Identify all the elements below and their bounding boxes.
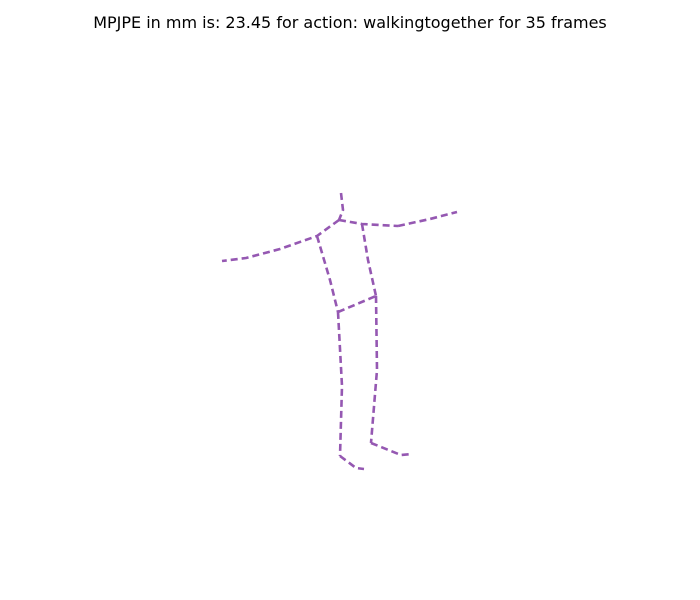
pose-figure: MPJPE in mm is: 23.45 for action: walkin… (0, 0, 700, 600)
bone-right-shoulder (338, 218, 399, 228)
skeleton-plot (221, 192, 458, 471)
bone-right-foot (370, 441, 413, 457)
bone-right-torso (360, 223, 378, 297)
bone-right-arm (397, 210, 458, 228)
bone-hip (337, 294, 377, 314)
bone-right-leg (369, 295, 379, 444)
bone-head (337, 192, 345, 221)
skeleton-bones (221, 192, 458, 471)
bone-left-arm (221, 218, 340, 263)
bone-left-foot (339, 454, 365, 471)
bone-left-leg (336, 311, 344, 457)
bone-left-torso (315, 235, 340, 313)
